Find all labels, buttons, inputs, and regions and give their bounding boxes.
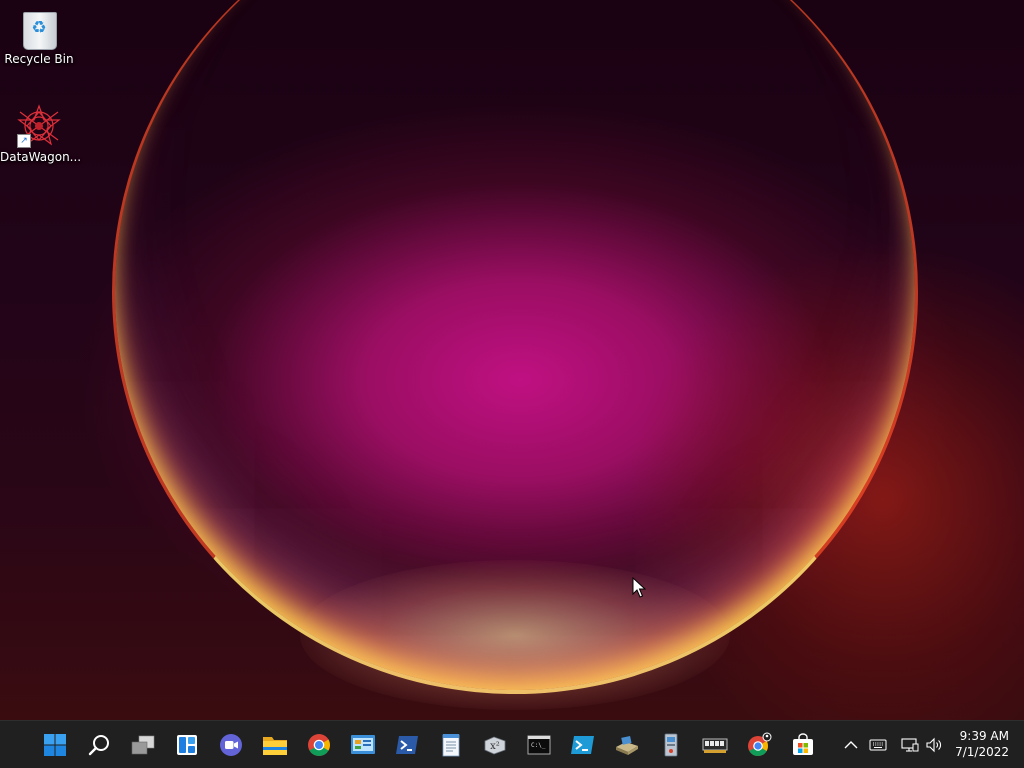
volume-button[interactable] [923, 731, 947, 759]
search-icon [88, 735, 109, 756]
chrome-profile-icon [748, 732, 772, 757]
powershell-ise-button[interactable] [565, 727, 601, 763]
desktop-icon-datawagon[interactable]: ↗ DataWagon... [0, 104, 82, 164]
chrome-icon [308, 734, 330, 756]
mouse-cursor-icon [632, 577, 646, 598]
registry-tool-button[interactable] [653, 727, 689, 763]
task-view-button[interactable] [125, 727, 161, 763]
widgets-icon [177, 735, 197, 755]
memory-chip-icon [702, 738, 728, 753]
keyboard-icon [869, 739, 887, 751]
math-input-button[interactable]: x² [477, 727, 513, 763]
math-icon: x² [484, 736, 506, 755]
teams-chat-icon [220, 734, 242, 756]
store-button[interactable] [785, 727, 821, 763]
taskbar: x² C:\_ 9:39 AM 7/1/2022 [0, 720, 1024, 768]
network-icon [901, 738, 919, 752]
powershell-ise-icon [571, 736, 594, 754]
powershell-button[interactable] [389, 727, 425, 763]
drive-tool-button[interactable] [609, 727, 645, 763]
desktop-icon-label: Recycle Bin [4, 52, 74, 66]
store-icon [793, 733, 813, 755]
svg-text:x²: x² [490, 741, 500, 752]
windows-start-icon [44, 734, 66, 756]
chrome-profile-button[interactable] [741, 727, 777, 763]
chevron-up-icon [844, 741, 858, 749]
notepad-button[interactable] [433, 727, 469, 763]
touch-keyboard-button[interactable] [866, 731, 890, 759]
search-button[interactable] [81, 727, 117, 763]
widgets-button[interactable] [169, 727, 205, 763]
clock-date: 7/1/2022 [955, 745, 1009, 759]
desktop-wallpaper [0, 0, 1024, 720]
network-button[interactable] [898, 731, 922, 759]
command-prompt-button[interactable]: C:\_ [521, 727, 557, 763]
control-panel-icon [351, 735, 375, 754]
folder-icon [263, 737, 287, 755]
powershell-icon [396, 736, 418, 754]
cmd-icon: C:\_ [527, 735, 551, 755]
desktop-icon-recycle-bin[interactable]: ♻ Recycle Bin [0, 8, 78, 66]
start-button[interactable] [37, 727, 73, 763]
clock[interactable]: 9:39 AM 7/1/2022 [955, 728, 1009, 760]
recycle-bin-icon: ♻ [19, 8, 59, 50]
notepad-icon [442, 734, 460, 757]
volume-icon [926, 737, 941, 753]
control-panel-button[interactable] [345, 727, 381, 763]
wallpaper-bloom-glow [300, 560, 730, 710]
file-explorer-button[interactable] [257, 727, 293, 763]
memory-tool-button[interactable] [697, 727, 733, 763]
show-hidden-icons-button[interactable] [839, 731, 863, 759]
datawagon-icon: ↗ [17, 104, 61, 148]
clock-time: 9:39 AM [959, 729, 1009, 743]
desktop-icon-label: DataWagon... [0, 150, 82, 164]
chrome-button[interactable] [301, 727, 337, 763]
svg-text:C:\_: C:\_ [531, 742, 546, 749]
chat-button[interactable] [213, 727, 249, 763]
task-view-icon [131, 735, 155, 755]
registry-icon [664, 733, 678, 757]
drive-icon [616, 736, 638, 755]
